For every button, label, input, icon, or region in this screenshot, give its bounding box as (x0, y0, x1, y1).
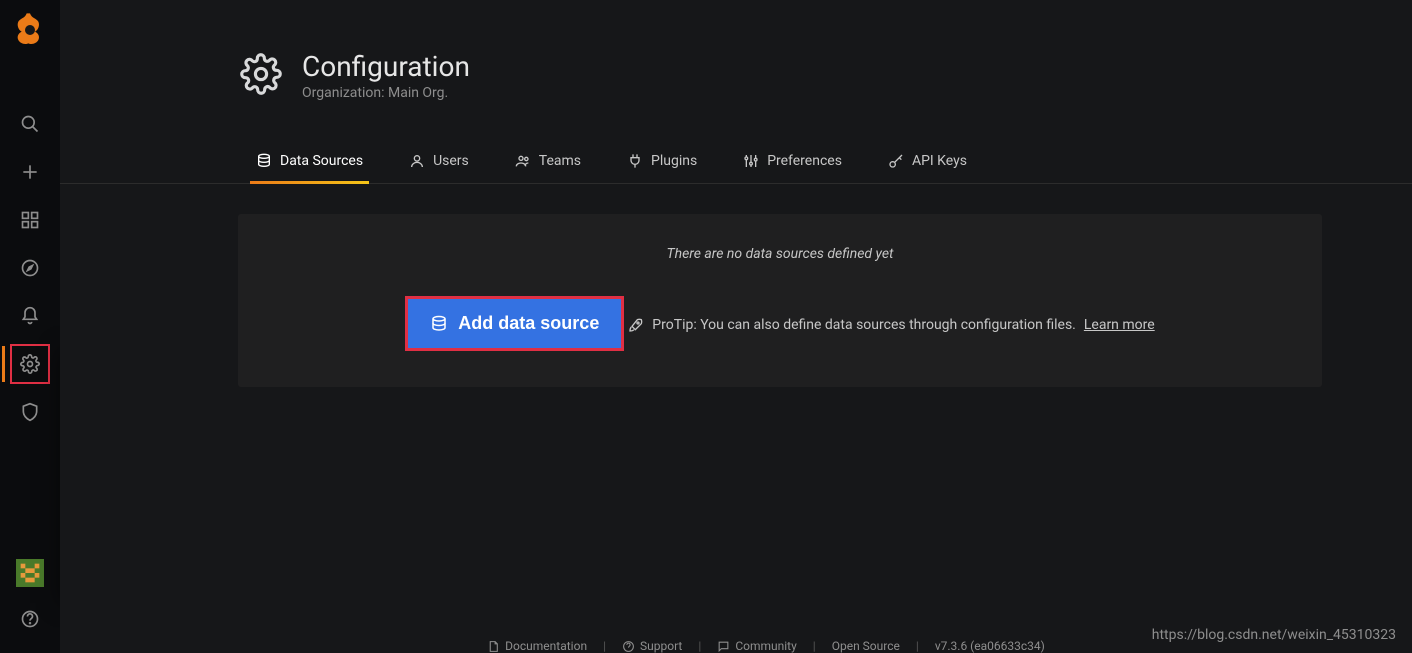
question-icon (622, 640, 635, 653)
protip-link[interactable]: Learn more (1084, 317, 1155, 333)
tab-preferences[interactable]: Preferences (737, 139, 848, 183)
watermark: https://blog.csdn.net/weixin_45310323 (1152, 627, 1396, 643)
configuration-icon[interactable] (10, 344, 50, 384)
footer-version: v7.3.6 (ea06633c34) (935, 639, 1045, 653)
footer-support[interactable]: Support (622, 639, 682, 653)
protip-text: ProTip: You can also define data sources… (652, 317, 1076, 333)
sliders-icon (743, 153, 759, 169)
tab-label: Data Sources (280, 153, 363, 169)
footer-opensource[interactable]: Open Source (832, 639, 900, 653)
document-icon (487, 640, 500, 653)
users-icon (515, 153, 531, 169)
database-icon (430, 315, 448, 333)
create-icon[interactable] (10, 152, 50, 192)
admin-icon[interactable] (10, 392, 50, 432)
grafana-logo[interactable] (10, 10, 50, 50)
tab-label: Plugins (651, 153, 697, 169)
footer-community[interactable]: Community (717, 639, 796, 653)
empty-state-text: There are no data sources defined yet (258, 246, 1302, 262)
main-content: Configuration Organization: Main Org. Da… (60, 0, 1412, 653)
explore-icon[interactable] (10, 248, 50, 288)
page-title: Configuration (302, 50, 470, 83)
tabs: Data Sources Users Teams Plugins Prefere… (60, 139, 1412, 184)
gear-icon (240, 53, 282, 99)
chat-icon (717, 640, 730, 653)
sidebar (0, 0, 60, 653)
footer-documentation[interactable]: Documentation (487, 639, 587, 653)
content-panel: There are no data sources defined yet Ad… (238, 214, 1322, 387)
tab-teams[interactable]: Teams (509, 139, 587, 183)
help-icon[interactable] (10, 599, 50, 639)
plug-icon (627, 153, 643, 169)
search-icon[interactable] (10, 104, 50, 144)
alerting-icon[interactable] (10, 296, 50, 336)
page-header: Configuration Organization: Main Org. (60, 0, 1412, 101)
database-icon (256, 153, 272, 169)
tab-data-sources[interactable]: Data Sources (250, 139, 369, 183)
tab-label: Preferences (767, 153, 842, 169)
tab-users[interactable]: Users (403, 139, 475, 183)
page-subtitle: Organization: Main Org. (302, 85, 470, 101)
dashboards-icon[interactable] (10, 200, 50, 240)
add-button-highlight: Add data source (405, 296, 624, 351)
tab-label: API Keys (912, 153, 967, 169)
tab-api-keys[interactable]: API Keys (882, 139, 973, 183)
add-data-source-button[interactable]: Add data source (408, 299, 621, 348)
rocket-icon (628, 317, 644, 333)
key-icon (888, 153, 904, 169)
tab-label: Teams (539, 153, 581, 169)
protip: ProTip: You can also define data sources… (628, 317, 1154, 333)
user-icon (409, 153, 425, 169)
add-button-label: Add data source (458, 313, 599, 334)
tab-plugins[interactable]: Plugins (621, 139, 703, 183)
tab-label: Users (433, 153, 469, 169)
user-avatar[interactable] (16, 559, 44, 587)
